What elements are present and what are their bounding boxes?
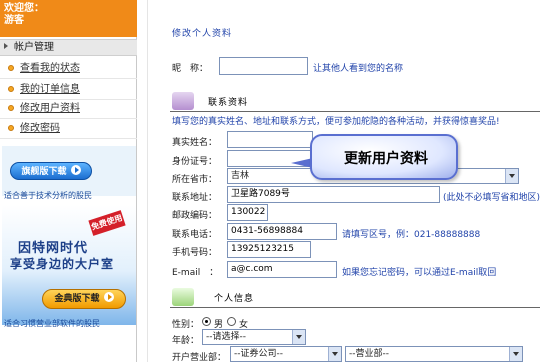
sidebar-item-label[interactable]: 我的订单信息 [20, 84, 80, 95]
real-name-input[interactable] [227, 131, 313, 148]
classic-download-label: 金典版下载 [54, 294, 100, 304]
flagship-download-button[interactable]: 旗舰版下载 [10, 162, 92, 180]
phone-input[interactable]: 0431-56898884 [227, 223, 337, 240]
sidebar-item-my-status[interactable]: 查看我的状态 [0, 59, 137, 79]
personal-section-title: 个人信息 [214, 294, 255, 304]
gender-female-radio[interactable] [227, 317, 236, 326]
age-label: 年龄： [172, 336, 200, 346]
bullet-icon [8, 65, 14, 71]
bullet-icon [8, 125, 14, 131]
sidebar-item-label[interactable]: 修改用户资料 [20, 103, 80, 114]
account-header-label: 帐户管理 [14, 42, 54, 53]
phone-hint: 请填写区号，例：021-88888888 [342, 230, 481, 240]
id-number-label: 身份证号： [172, 157, 218, 167]
sidebar-item-change-password[interactable]: 修改密码 [0, 119, 137, 139]
flagship-caption: 适合善于技术分析的股民 [4, 191, 92, 200]
bullet-icon [8, 105, 14, 111]
caret-right-icon [4, 43, 8, 49]
contact-section-header: 联系资料 [170, 90, 540, 112]
nickname-hint: 让其他人看到您的名称 [313, 64, 404, 74]
real-name-label: 真实姓名： [172, 138, 218, 148]
classic-download-button[interactable]: 金典版下载 [42, 289, 126, 309]
branch-department-value: --营业部-- [349, 349, 389, 359]
branch-label: 开户营业部： [172, 353, 227, 362]
sidebar: 欢迎您： 游客 帐户管理 查看我的状态 我的订单信息 修改用户资料 修改密码 旗… [0, 0, 137, 362]
email-label: E-mail ： [172, 268, 219, 278]
sidebar-item-label[interactable]: 查看我的状态 [20, 63, 80, 74]
update-profile-callout: 更新用户资料 [310, 134, 458, 180]
chevron-down-icon [505, 169, 518, 183]
banner-headline: 因特网时代 [18, 241, 89, 256]
email-hint: 如果您忘记密码，可以通过E-mail取回 [342, 268, 497, 278]
nickname-input[interactable] [219, 57, 308, 75]
welcome-username: 游客 [4, 15, 24, 26]
email-input[interactable]: a@c.com [227, 261, 337, 278]
classic-download-banner: 免费使用 因特网时代 享受身边的大户室 金典版下载 [2, 205, 136, 325]
securities-company-select[interactable]: --证券公司-- [230, 346, 342, 362]
branch-department-select[interactable]: --营业部-- [345, 346, 523, 362]
postcode-input[interactable]: 130022 [227, 204, 268, 221]
chevron-down-icon [509, 347, 522, 361]
securities-company-value: --证券公司-- [234, 349, 283, 359]
welcome-panel: 欢迎您： 游客 [0, 0, 137, 37]
postcode-label: 邮政编码： [172, 211, 218, 221]
address-hint: (此处不必填写省和地区) [443, 193, 541, 203]
sidebar-item-label[interactable]: 修改密码 [20, 123, 60, 134]
play-icon [70, 165, 81, 175]
account-management-header[interactable]: 帐户管理 [0, 39, 137, 56]
gender-male-radio[interactable] [202, 317, 211, 326]
contact-section-description: 填写您的真实姓名、地址和联系方式，便可参加舵隐的各种活动，并获得惊喜奖品! [172, 117, 500, 127]
mobile-input[interactable]: 13925123215 [227, 241, 311, 258]
sidebar-item-edit-profile[interactable]: 修改用户资料 [0, 99, 137, 119]
nickname-label: 昵 称： [172, 64, 209, 74]
personal-section-header: 个人信息 [170, 286, 540, 308]
province-label: 所在省市： [172, 175, 218, 185]
main-content: 修改个人资料 昵 称： 让其他人看到您的名称 联系资料 填写您的真实姓名、地址和… [147, 0, 550, 362]
flagship-download-banner: 旗舰版下载 [2, 146, 136, 196]
play-icon [103, 292, 114, 302]
contact-section-title: 联系资料 [208, 98, 249, 108]
mobile-label: 手机号码： [172, 248, 218, 258]
bullet-icon [8, 86, 14, 92]
person-icon [172, 288, 194, 306]
flagship-download-label: 旗舰版下载 [21, 167, 67, 177]
page-title: 修改个人资料 [172, 29, 233, 39]
address-input[interactable]: 卫星路7089号 [227, 186, 440, 203]
banner-subheadline: 享受身边的大户室 [10, 257, 115, 271]
age-value: --请选择-- [206, 332, 246, 342]
free-trial-tag: 免费使用 [88, 210, 126, 236]
sidebar-item-my-orders[interactable]: 我的订单信息 [0, 80, 137, 100]
chevron-down-icon [328, 347, 341, 361]
province-value: 吉林 [231, 171, 250, 181]
phone-label: 联系电话： [172, 230, 218, 240]
chevron-down-icon [292, 330, 305, 344]
classic-caption: 适合习惯营业部软件的股民 [4, 319, 100, 328]
age-select[interactable]: --请选择-- [202, 329, 306, 345]
pencil-icon [172, 92, 194, 110]
welcome-greeting: 欢迎您： [4, 3, 44, 14]
address-label: 联系地址： [172, 193, 218, 203]
gender-label: 性别： [172, 320, 200, 330]
callout-text: 更新用户资料 [344, 151, 428, 167]
